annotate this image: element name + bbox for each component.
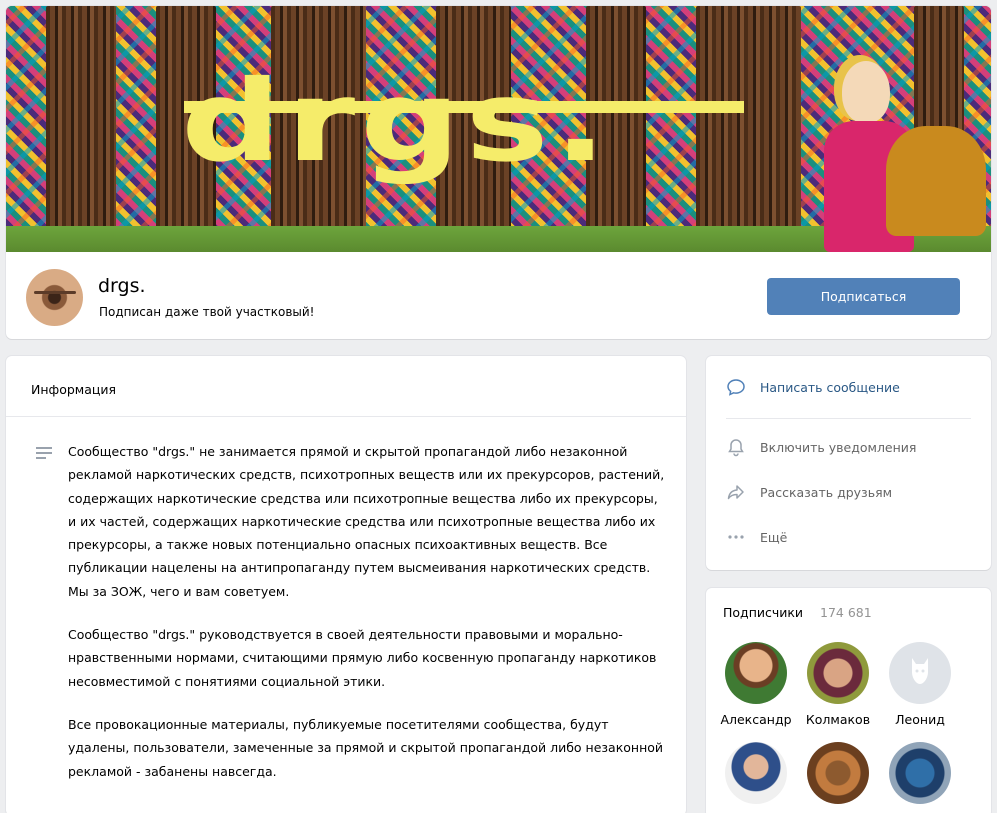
divider — [726, 418, 971, 419]
subscribers-block: Подписчики 174 681 Александр Колмаков Ле… — [706, 588, 991, 813]
info-paragraph: Сообщество "drgs." руководствуется в сво… — [68, 627, 657, 689]
divider — [6, 416, 686, 417]
share-label: Рассказать друзьям — [760, 484, 893, 500]
subscriber-item[interactable]: Леонид — [880, 642, 960, 727]
subscribe-button[interactable]: Подписаться — [767, 278, 960, 315]
subscriber-item[interactable]: Александр — [716, 642, 796, 727]
subscriber-item[interactable] — [798, 742, 878, 812]
dog-placeholder-icon — [912, 658, 928, 684]
message-icon — [726, 377, 746, 397]
subscriber-name: Александр — [720, 712, 792, 727]
subscriber-name: Колмаков — [805, 712, 871, 727]
share-action[interactable]: Рассказать друзьям — [726, 479, 892, 505]
info-paragraph: Все провокационные материалы, публикуемы… — [68, 716, 664, 779]
send-message-action[interactable]: Написать сообщение — [726, 374, 900, 400]
subscriber-avatar — [889, 642, 951, 704]
cover-tree — [46, 6, 116, 252]
more-icon — [726, 527, 746, 547]
subscribers-title[interactable]: Подписчики — [723, 605, 803, 620]
group-avatar[interactable] — [26, 269, 83, 326]
subscriber-avatar — [807, 642, 869, 704]
notifications-action[interactable]: Включить уведомления — [726, 434, 916, 460]
subscriber-item[interactable] — [880, 742, 960, 812]
cover-image: drgs. — [6, 6, 991, 252]
more-action[interactable]: Ещё — [726, 524, 787, 550]
info-title: Информация — [31, 382, 117, 397]
subscriber-avatar — [725, 742, 787, 804]
header-info: drgs. Подписан даже твой участковый! Под… — [6, 252, 991, 339]
group-header: drgs. drgs. Подписан даже твой участковы… — [6, 6, 991, 339]
cover-deer-illustration — [886, 126, 986, 236]
actions-block: Написать сообщение Включить уведомления … — [706, 356, 991, 570]
more-label: Ещё — [760, 529, 788, 545]
subscriber-item[interactable] — [716, 742, 796, 812]
group-name: drgs. — [98, 275, 146, 297]
subscriber-avatar — [807, 742, 869, 804]
info-description: Сообщество "drgs." не занимается прямой … — [68, 440, 666, 803]
subscriber-item[interactable]: Колмаков — [798, 642, 878, 727]
info-lines-icon — [36, 447, 52, 459]
info-paragraph: Сообщество "drgs." не занимается прямой … — [68, 444, 665, 599]
subscriber-name: Леонид — [895, 712, 945, 727]
subscribers-count: 174 681 — [820, 605, 872, 620]
bell-icon — [726, 437, 746, 457]
share-icon — [726, 482, 746, 502]
subscriber-avatar — [889, 742, 951, 804]
group-status: Подписан даже твой участковый! — [99, 305, 315, 319]
info-block: Информация Сообщество "drgs." не занимае… — [6, 356, 686, 813]
notifications-label: Включить уведомления — [760, 439, 917, 455]
send-message-label: Написать сообщение — [760, 379, 900, 395]
subscriber-avatar — [725, 642, 787, 704]
